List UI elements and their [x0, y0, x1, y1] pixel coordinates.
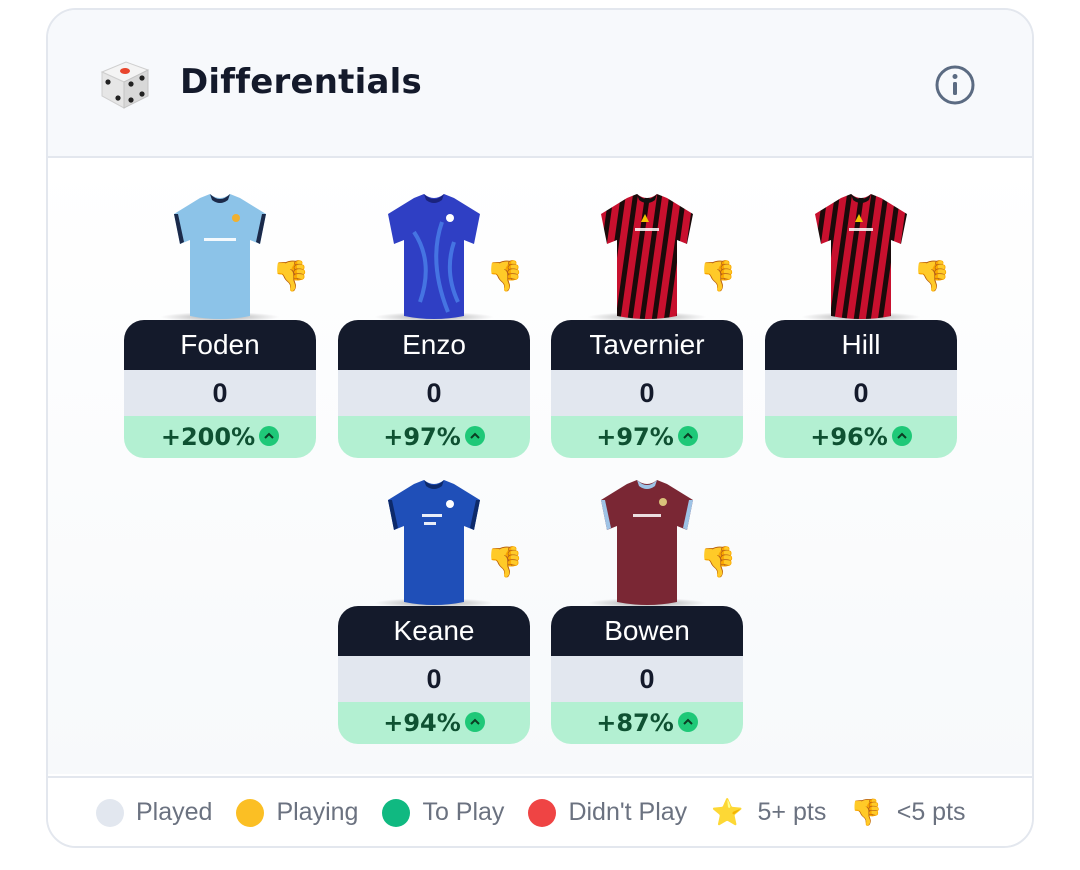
shirt-icon: [811, 192, 911, 324]
player-item: 👎 Hill 0 +96%: [765, 192, 957, 458]
legend-label: <5 pts: [896, 798, 966, 826]
player-points: 0: [338, 370, 530, 416]
player-item: 👎 Enzo 0 +97%: [338, 192, 530, 458]
arrow-up-icon: [464, 712, 485, 732]
player-item: 👎 Tavernier 0 +97%: [551, 192, 743, 458]
legend-label: Didn't Play: [568, 798, 688, 826]
ownership-change: +97%: [551, 416, 743, 458]
players-area: 👎 Foden 0 +200% 👎 Enzo 0 +97% 👎 Tavernie…: [48, 160, 1032, 774]
player-points: 0: [551, 370, 743, 416]
player-item: 👎 Foden 0 +200%: [124, 192, 316, 458]
player-item: 👎 Keane 0 +94%: [338, 478, 530, 744]
legend-item-to-play: To Play: [382, 798, 504, 827]
legend-label: Playing: [276, 798, 359, 826]
player-points: 0: [551, 656, 743, 702]
player-name: Keane: [338, 606, 530, 656]
info-icon[interactable]: [934, 64, 976, 106]
legend-label: To Play: [422, 798, 505, 826]
legend: Played Playing To Play Didn't Play ⭐ 5+ …: [48, 776, 1032, 846]
shirt-icon: [384, 478, 484, 610]
thumbs-down-icon: 👎: [850, 797, 883, 828]
ownership-change-value: +87%: [596, 709, 674, 737]
played-dot-icon: [96, 798, 124, 827]
ownership-change: +96%: [765, 416, 957, 458]
thumbs-down-icon: 👎: [699, 259, 737, 294]
legend-label: Played: [136, 798, 213, 826]
shirt-icon: [597, 478, 697, 610]
player-name: Hill: [765, 320, 957, 370]
didnt-play-dot-icon: [528, 798, 557, 827]
ownership-change-value: +97%: [383, 423, 461, 451]
star-icon: ⭐: [711, 797, 744, 828]
thumbs-down-icon: 👎: [486, 259, 524, 294]
shirt-icon: [384, 192, 484, 324]
ownership-change: +200%: [124, 416, 316, 458]
card-header: Differentials: [48, 10, 1032, 158]
player-name: Tavernier: [551, 320, 743, 370]
ownership-change-value: +94%: [383, 709, 461, 737]
ownership-change-value: +96%: [810, 423, 888, 451]
player-name: Enzo: [338, 320, 530, 370]
player-points: 0: [338, 656, 530, 702]
dice-icon: [96, 54, 154, 112]
player-points: 0: [124, 370, 316, 416]
player-name: Foden: [124, 320, 316, 370]
legend-item-5-plus: ⭐ 5+ pts: [711, 798, 826, 827]
thumbs-down-icon: 👎: [486, 545, 524, 580]
player-card[interactable]: Enzo 0 +97%: [338, 320, 530, 458]
player-card[interactable]: Hill 0 +96%: [765, 320, 957, 458]
legend-item-under-5: 👎 <5 pts: [850, 798, 965, 827]
player-name: Bowen: [551, 606, 743, 656]
player-card[interactable]: Tavernier 0 +97%: [551, 320, 743, 458]
arrow-up-icon: [464, 426, 485, 446]
arrow-up-icon: [677, 712, 698, 732]
thumbs-down-icon: 👎: [699, 545, 737, 580]
thumbs-down-icon: 👎: [913, 259, 951, 294]
legend-item-played: Played: [96, 798, 212, 827]
legend-item-playing: Playing: [236, 798, 358, 827]
shirt-icon: [597, 192, 697, 324]
ownership-change-value: +200%: [160, 423, 256, 451]
playing-dot-icon: [236, 798, 265, 827]
ownership-change: +94%: [338, 702, 530, 744]
thumbs-down-icon: 👎: [272, 259, 310, 294]
differentials-card: Differentials 👎 Foden 0 +200% 👎 Enzo 0 +…: [46, 8, 1034, 848]
arrow-up-icon: [259, 426, 280, 446]
shirt-icon: [170, 192, 270, 324]
ownership-change: +87%: [551, 702, 743, 744]
to-play-dot-icon: [382, 798, 411, 827]
legend-item-didnt-play: Didn't Play: [528, 798, 687, 827]
player-card[interactable]: Bowen 0 +87%: [551, 606, 743, 744]
ownership-change: +97%: [338, 416, 530, 458]
player-points: 0: [765, 370, 957, 416]
player-item: 👎 Bowen 0 +87%: [551, 478, 743, 744]
arrow-up-icon: [891, 426, 912, 446]
player-card[interactable]: Foden 0 +200%: [124, 320, 316, 458]
legend-label: 5+ pts: [757, 798, 827, 826]
card-title: Differentials: [180, 62, 422, 102]
arrow-up-icon: [677, 426, 698, 446]
ownership-change-value: +97%: [596, 423, 674, 451]
player-card[interactable]: Keane 0 +94%: [338, 606, 530, 744]
